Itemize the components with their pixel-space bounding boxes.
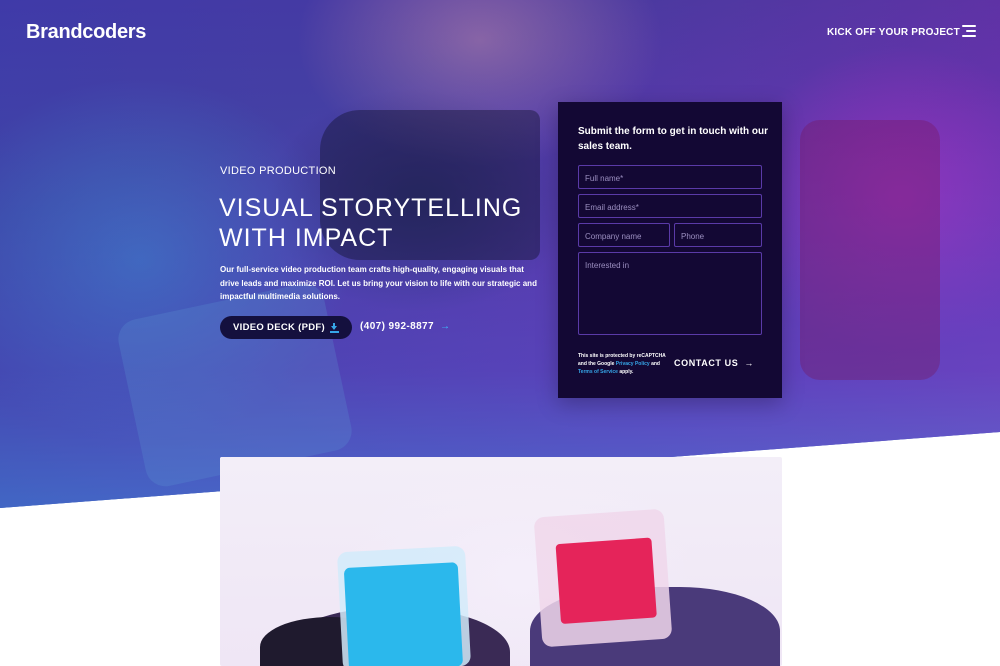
headline-line-1: VISUAL STORYTELLING [219,194,523,222]
form-title: Submit the form to get in touch with our… [578,126,768,152]
brand-logo[interactable]: Brandcoders [26,21,146,44]
phone-link[interactable]: (407) 992-8877 → [360,321,450,332]
contact-us-button[interactable]: CONTACT US → [674,358,754,368]
section-eyebrow: VIDEO PRODUCTION [220,165,337,177]
arrow-right-icon: → [439,321,451,332]
recaptcha-notice: This site is protected by reCAPTCHA and … [578,353,666,375]
full-name-field[interactable]: Full name* [578,165,762,189]
kick-off-project-link[interactable]: KICK OFF YOUR PROJECT [827,27,960,38]
contact-us-label: CONTACT US [674,358,739,368]
arrow-right-icon: → [744,358,754,368]
video-deck-label: VIDEO DECK (PDF) [233,322,325,333]
company-name-field[interactable]: Company name [578,223,670,247]
interested-in-field[interactable]: Interested in [578,252,762,335]
hero-description: Our full-service video production team c… [220,265,537,301]
camera-rig-shape [800,120,940,380]
phone-field[interactable]: Phone [674,223,762,247]
phone-number: (407) 992-8877 [360,321,434,332]
page-title: VISUAL STORYTELLING WITH IMPACT [219,193,549,253]
download-icon [329,322,339,333]
contact-form: Submit the form to get in touch with our… [558,102,782,398]
email-field[interactable]: Email address* [578,194,762,218]
blue-gel-cube [336,545,472,666]
headline-line-2: WITH IMPACT [219,224,394,252]
red-gel-cube [533,508,673,648]
featured-image [220,457,782,666]
terms-of-service-link[interactable]: Terms of Service [578,369,618,375]
hamburger-menu-icon[interactable] [962,25,976,37]
privacy-policy-link[interactable]: Privacy Policy [616,361,650,367]
video-deck-button[interactable]: VIDEO DECK (PDF) [220,316,352,339]
